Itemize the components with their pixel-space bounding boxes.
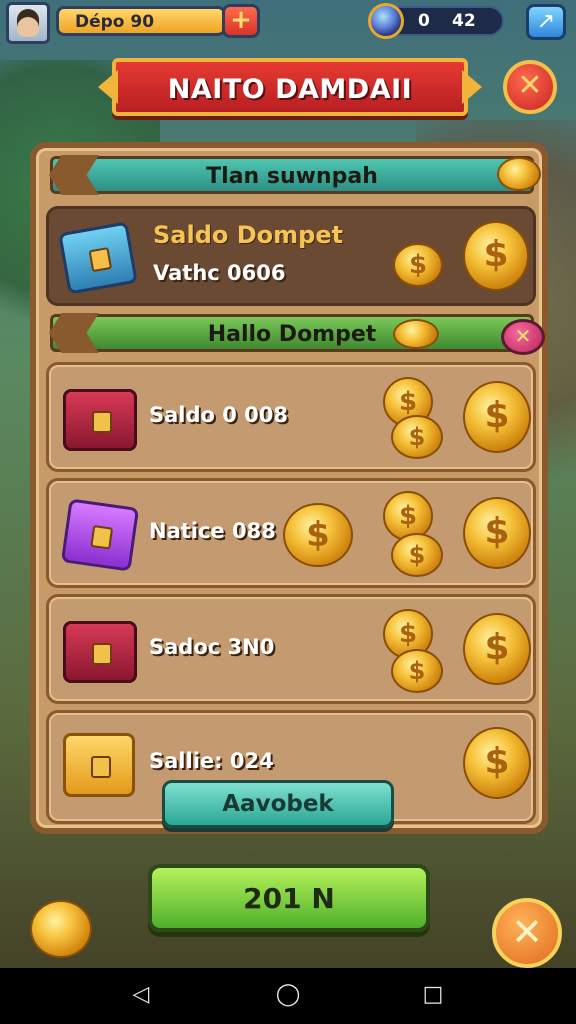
large-coin-icon: $: [463, 221, 529, 291]
coin-icon: $: [391, 533, 443, 577]
coin-icon: [393, 319, 439, 349]
lock-icon: [92, 643, 112, 665]
wallet-item-label: Sallie: 024: [149, 749, 274, 773]
lock-icon: [92, 411, 112, 433]
coin-icon: $: [283, 503, 353, 567]
section-ribbon-2: Hallo Dompet ✕: [49, 313, 545, 355]
red-chest-icon: [63, 621, 137, 683]
lock-icon: [91, 756, 111, 778]
wallet-panel: Tlan suwnpah Saldo Dompet Vathc 0606 $ $…: [30, 142, 548, 834]
close-button-bottom[interactable]: ✕: [492, 898, 562, 968]
wallet-item-row[interactable]: Sadoc 3N0 $ $ $: [46, 594, 536, 704]
gem-value-a: 0: [418, 11, 430, 31]
approve-button[interactable]: Aavobek: [162, 780, 394, 828]
coin-icon: $: [393, 243, 443, 287]
main-card-title: Saldo Dompet: [153, 221, 344, 249]
wallet-item-label: Sadoc 3N0: [149, 635, 275, 659]
claim-button-label: 201 N: [243, 882, 335, 915]
avatar-face: [17, 9, 39, 37]
wallet-item-row[interactable]: Natice 088 $ $ $ $: [46, 478, 536, 588]
back-icon[interactable]: ◁: [128, 982, 154, 1008]
coin-decoration-icon: [30, 900, 92, 958]
top-hud: Dépo 90 + 0 42 ↗: [0, 0, 576, 48]
section-close-button[interactable]: ✕: [501, 319, 545, 355]
claim-button[interactable]: 201 N: [148, 864, 430, 932]
share-button[interactable]: ↗: [526, 4, 566, 40]
share-icon: ↗: [536, 9, 556, 34]
player-avatar[interactable]: [6, 2, 50, 44]
main-card-subtitle: Vathc 0606: [153, 261, 286, 285]
lock-icon: [90, 524, 114, 550]
gem-value-b: 42: [452, 11, 476, 31]
large-coin-icon: $: [463, 381, 531, 453]
purple-chest-icon: [60, 498, 140, 572]
coin-stack-icon: [497, 157, 541, 191]
large-coin-icon: $: [463, 727, 531, 799]
recents-icon[interactable]: □: [420, 982, 446, 1008]
approve-button-label: Aavobek: [222, 791, 334, 817]
blue-chest-icon: [58, 221, 138, 295]
add-gold-button[interactable]: +: [222, 4, 260, 38]
large-coin-icon: $: [463, 613, 531, 685]
gold-balance-label: Dépo 90: [75, 12, 155, 32]
gem-icon: [368, 3, 404, 39]
section-title-1: Tlan suwnpah: [206, 164, 378, 189]
red-chest-icon: [63, 389, 137, 451]
title-banner-text: NAITO DAMDAII: [167, 74, 413, 105]
main-wallet-card[interactable]: Saldo Dompet Vathc 0606 $ $: [46, 206, 536, 306]
gold-balance-bar: Dépo 90: [56, 6, 226, 36]
wallet-item-label: Saldo 0 008: [149, 403, 289, 427]
section-title-2: Hallo Dompet: [207, 322, 377, 347]
close-icon: ✕: [517, 68, 543, 103]
home-icon[interactable]: ◯: [275, 982, 301, 1008]
lock-icon: [88, 247, 113, 273]
coin-icon: $: [391, 649, 443, 693]
large-coin-icon: $: [463, 497, 531, 569]
close-icon: ✕: [514, 324, 532, 348]
system-nav-bar: ◁ ◯ □: [0, 968, 576, 1024]
gem-balance-bar: 0 42: [368, 3, 504, 39]
wallet-item-label: Natice 088: [149, 519, 276, 543]
coin-icon: $: [391, 415, 443, 459]
title-banner: NAITO DAMDAII: [112, 58, 468, 116]
wallet-item-row[interactable]: Saldo 0 008 $ $ $: [46, 362, 536, 472]
gold-chest-icon: [63, 733, 135, 797]
close-button-top[interactable]: ✕: [503, 60, 557, 114]
close-icon: ✕: [511, 910, 543, 954]
section-ribbon-1: Tlan suwnpah: [49, 155, 541, 195]
